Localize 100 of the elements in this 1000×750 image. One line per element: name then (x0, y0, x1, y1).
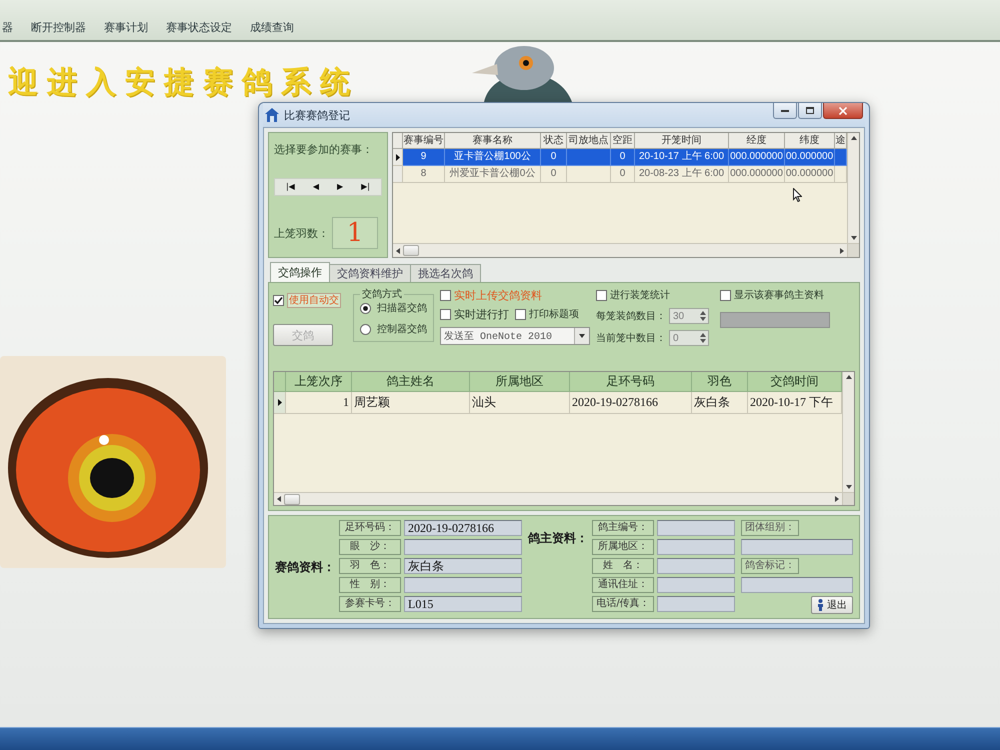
radio-option[interactable]: 扫描器交鸽 (360, 301, 427, 315)
field-label: 所属地区： (592, 539, 654, 555)
text-field[interactable] (741, 577, 853, 593)
vertical-scrollbar[interactable] (842, 372, 854, 492)
table-cell: 州爱亚卡普公棚0公 (445, 166, 541, 183)
table-cell: 1 (286, 392, 352, 414)
print-title-checkbox[interactable]: 打印标题项 (515, 308, 579, 321)
toolbar-button[interactable]: 赛事状态设定 (166, 21, 232, 34)
spin-arrows-icon (700, 311, 706, 321)
text-field[interactable] (404, 539, 522, 555)
table-cell: 00.000000 (785, 149, 835, 166)
maximize-icon (806, 107, 814, 114)
nav-button[interactable]: ▶| (359, 182, 372, 192)
field-label: 足环号码： (339, 520, 401, 536)
maximize-button[interactable] (798, 103, 822, 119)
radio-option[interactable]: 控制器交鸽 (360, 322, 427, 336)
row-header[interactable] (274, 392, 286, 414)
text-field[interactable] (657, 596, 735, 612)
nav-button[interactable]: |◀ (284, 182, 297, 192)
column-header[interactable]: 鸽主姓名 (352, 372, 470, 392)
tab[interactable]: 挑选名次鸽 (410, 264, 481, 282)
field-label: 鸽舍标记： (741, 558, 799, 574)
column-header[interactable]: 司放地点 (567, 133, 611, 149)
text-field[interactable] (657, 539, 735, 555)
horizontal-scrollbar[interactable] (274, 492, 842, 505)
column-header[interactable]: 足环号码 (570, 372, 692, 392)
caret-down-icon (579, 334, 585, 338)
column-header[interactable]: 赛事名称 (445, 133, 541, 149)
table-row[interactable]: 8 州爱亚卡普公棚0公 0 0 20-08-23 上午 6:00 000.000000 00.000000 (393, 166, 847, 183)
table-cell: 周艺颖 (352, 392, 470, 414)
toolbar-button[interactable]: 器 (2, 21, 13, 34)
text-field[interactable] (404, 577, 522, 593)
column-header[interactable]: 空距 (611, 133, 635, 149)
column-header[interactable]: 开笼时间 (635, 133, 729, 149)
field-label: 姓 名： (592, 558, 654, 574)
cursor-icon (793, 188, 802, 202)
field-label: 性 别： (339, 577, 401, 593)
group-title: 交鸽方式 (361, 288, 403, 301)
column-header[interactable]: 纬度 (785, 133, 835, 149)
horizontal-scrollbar[interactable] (393, 243, 847, 257)
tab[interactable]: 交鸽资料维护 (329, 264, 411, 282)
tab[interactable]: 交鸽操作 (270, 262, 330, 282)
current-row-icon (396, 154, 400, 160)
column-header[interactable]: 状态 (541, 133, 567, 149)
caret-up-icon (846, 375, 852, 379)
section-title: 赛鸽资料： (275, 558, 335, 576)
table-row[interactable]: 9 亚卡普公棚100公 0 0 20-10-17 上午 6:00 000.000000 00.000000 (393, 149, 847, 166)
column-header[interactable]: 赛事编号 (403, 133, 445, 149)
table-cell: 8 (403, 166, 445, 183)
vertical-scrollbar[interactable] (847, 133, 859, 243)
printer-dropdown[interactable]: 发送至 OneNote 2010 (440, 327, 590, 345)
field-label: 团体组别： (741, 520, 799, 536)
scrollbar-thumb[interactable] (284, 494, 300, 504)
column-header[interactable]: 上笼次序 (286, 372, 352, 392)
caret-up-icon (850, 136, 856, 140)
table-cell: 灰白条 (692, 392, 748, 414)
text-field[interactable] (657, 577, 735, 593)
cage-stats-checkbox[interactable]: 进行装笼统计 (596, 289, 714, 302)
column-header[interactable]: 所属地区 (470, 372, 570, 392)
table-row[interactable]: 1 周艺颖 汕头 2020-19-0278166 灰白条 2020-10-17 下午 (274, 392, 842, 414)
field-label: 眼 沙： (339, 539, 401, 555)
toolbar-button[interactable]: 成绩查询 (250, 21, 294, 34)
column-header[interactable]: 经度 (729, 133, 785, 149)
field-label: 电话/传真： (592, 596, 654, 612)
print-checkbox[interactable]: 实时进行打 (440, 308, 509, 321)
table-cell (567, 149, 611, 166)
caret-right-icon (835, 496, 839, 502)
table-cell: 000.000000 (729, 166, 785, 183)
toolbar-button[interactable]: 断开控制器 (31, 21, 86, 34)
section-title: 鸽主资料： (528, 530, 588, 547)
field-label: 参赛卡号： (339, 596, 401, 612)
counter-label: 每笼装鸽数目： (596, 310, 666, 323)
table-cell: 2020-19-0278166 (570, 392, 692, 414)
column-header[interactable]: 途 (835, 133, 847, 149)
text-field[interactable]: 灰白条 (404, 558, 522, 574)
text-field[interactable]: L015 (404, 596, 522, 612)
scrollbar-thumb[interactable] (403, 245, 419, 256)
nav-button[interactable]: ◀ (310, 182, 321, 192)
column-header[interactable]: 交鸽时间 (748, 372, 842, 392)
close-button[interactable] (823, 103, 863, 119)
table-cell: 亚卡普公棚100公 (445, 149, 541, 166)
header-corner (274, 372, 286, 392)
exit-button[interactable]: 退出 (811, 596, 853, 614)
text-field[interactable] (657, 520, 735, 536)
field-label: 鸽主编号： (592, 520, 654, 536)
counter-label: 当前笼中数目： (596, 332, 666, 345)
scrollbar-corner (842, 492, 854, 505)
window-title: 比赛赛鸽登记 (284, 108, 351, 122)
text-field[interactable] (657, 558, 735, 574)
text-field[interactable] (741, 539, 853, 555)
nav-button[interactable]: ▶ (334, 182, 346, 192)
caret-left-icon (277, 496, 281, 502)
row-header[interactable] (393, 149, 403, 166)
toolbar-button[interactable]: 赛事计划 (104, 21, 148, 34)
column-header[interactable]: 羽色 (692, 372, 748, 392)
show-owner-checkbox[interactable]: 显示该赛事鸽主资料 (720, 289, 832, 302)
text-field[interactable]: 2020-19-0278166 (404, 520, 522, 536)
caret-left-icon (396, 248, 400, 254)
minimize-button[interactable] (773, 103, 797, 119)
scrollbar-corner (847, 243, 859, 257)
